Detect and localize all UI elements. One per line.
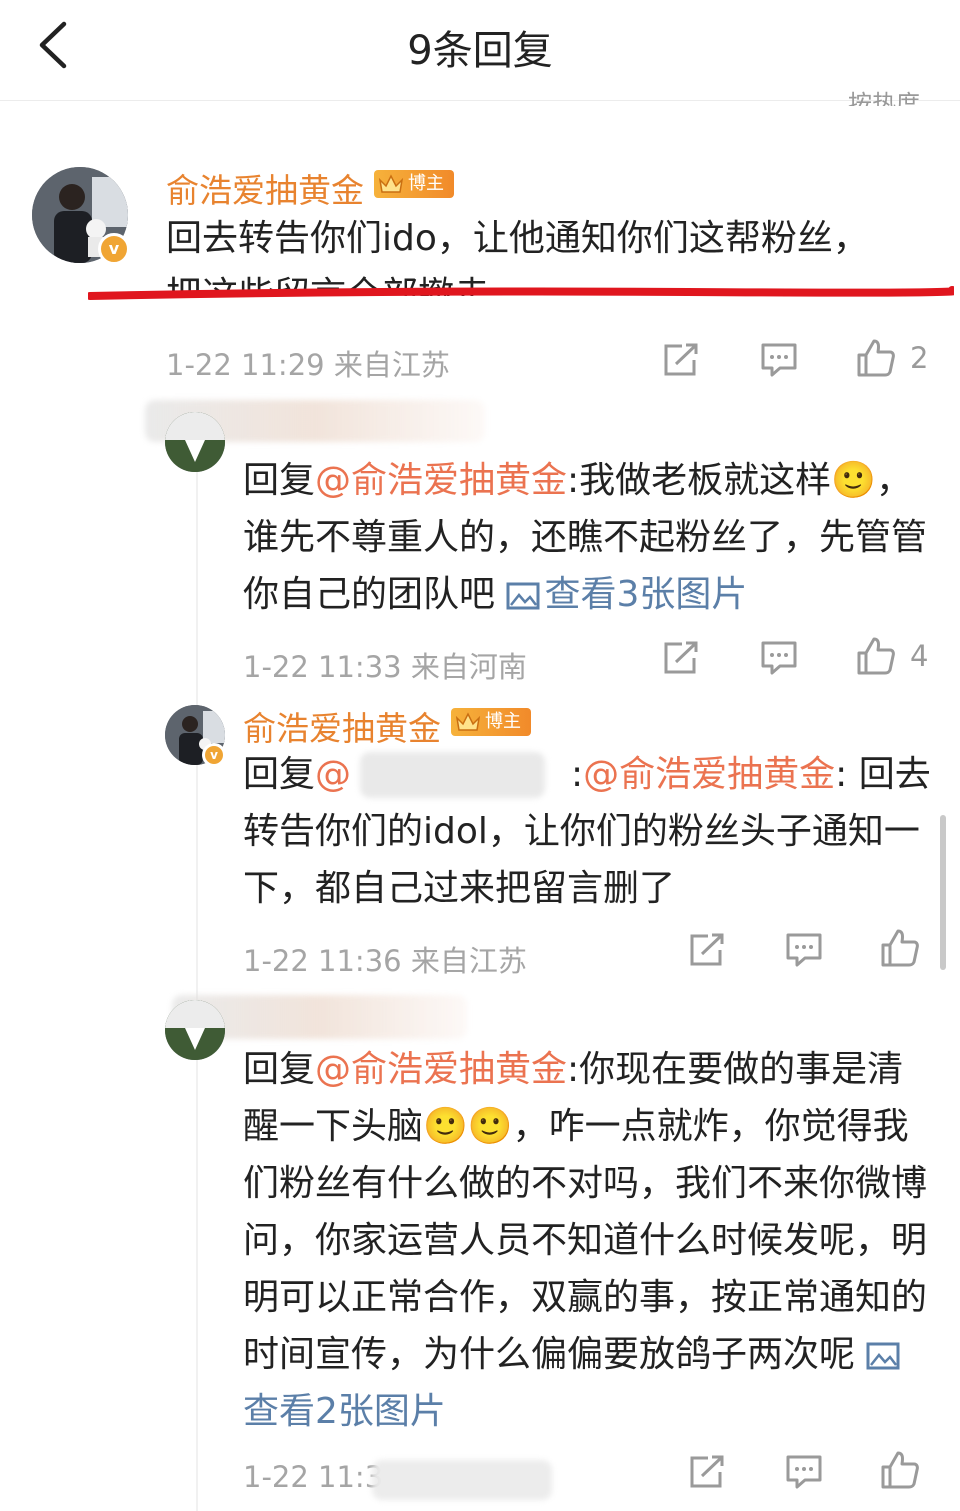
like-count: 4: [910, 639, 929, 673]
top-bar: 9条回复 按热度: [0, 0, 960, 106]
comment-text: 回复@俞浩爱抽黄金:我做老板就这样🙂，谁先不尊重人的，还瞧不起粉丝了，先管管你自…: [243, 452, 933, 623]
blogger-badge: 博主: [451, 708, 531, 736]
share-button[interactable]: [688, 932, 726, 968]
comment-text-line: 回去转告你们ido，让他通知你们这帮粉丝，: [166, 218, 869, 259]
comment-icon: [761, 343, 797, 377]
like-icon: [881, 929, 919, 967]
comment-button[interactable]: [760, 640, 798, 676]
crown-icon: [378, 174, 404, 193]
image-icon: [506, 582, 540, 610]
like-icon: [881, 1451, 919, 1489]
comment-text: 回去转告你们ido，让他通知你们这帮粉丝， 把这些留言全部撤走: [166, 210, 926, 296]
blogger-badge: 博主: [374, 170, 454, 198]
like-icon: [857, 637, 895, 675]
avatar[interactable]: [165, 1000, 225, 1060]
view-images-label: 查看2张图片: [243, 1391, 446, 1432]
comment-button[interactable]: [785, 932, 823, 968]
reply-prefix: 回复: [243, 1049, 316, 1090]
view-images-label: 查看3张图片: [544, 574, 748, 615]
comment-meta: 1-22 11:33 来自河南: [243, 650, 527, 684]
redacted-mention: [360, 752, 545, 798]
verified-icon: v: [98, 233, 130, 265]
like-count: 2: [910, 341, 929, 375]
comment-meta: 1-22 11:36 来自江苏: [243, 944, 527, 978]
mention-link[interactable]: @: [315, 754, 351, 795]
image-icon: [866, 1342, 900, 1370]
comment-body: :你现在要做的事是清醒一下头脑🙂🙂，咋一点就炸，你觉得我们粉丝有什么做的不对吗，…: [243, 1049, 928, 1375]
like-button[interactable]: [880, 1450, 920, 1490]
mention-link[interactable]: @俞浩爱抽黄金: [583, 754, 835, 795]
reply-prefix: 回复: [243, 460, 316, 501]
badge-label: 博主: [408, 173, 444, 194]
mention-link[interactable]: @俞浩爱抽黄金: [315, 460, 567, 501]
share-icon: [664, 343, 698, 376]
comment-button[interactable]: [760, 342, 798, 378]
comment-icon: [786, 933, 822, 967]
reply-prefix: 回复: [243, 754, 316, 795]
like-button[interactable]: 2: [856, 338, 928, 378]
share-icon: [690, 933, 724, 966]
page-title: 9条回复: [407, 28, 553, 74]
comment-text: 回复@俞浩爱抽黄金:你现在要做的事是清醒一下头脑🙂🙂，咋一点就炸，你觉得我们粉丝…: [243, 1041, 933, 1440]
redacted-meta: [372, 1460, 552, 1500]
comment-username[interactable]: 俞浩爱抽黄金: [166, 164, 364, 212]
scrollbar[interactable]: [940, 815, 946, 970]
mention-link[interactable]: @俞浩爱抽黄金: [315, 1049, 567, 1090]
share-icon: [664, 641, 698, 674]
comment-username[interactable]: 俞浩爱抽黄金: [243, 702, 441, 750]
sort-toggle[interactable]: 按热度: [848, 84, 920, 106]
like-icon: [857, 339, 895, 377]
share-icon: [690, 1455, 724, 1488]
crown-icon: [455, 712, 481, 731]
comment-meta: 1-22 11:29 来自江苏: [166, 348, 450, 382]
comment-body: :: [571, 754, 584, 795]
like-button[interactable]: 4: [856, 636, 928, 676]
verified-icon: v: [202, 743, 226, 767]
share-button[interactable]: [662, 640, 700, 676]
comment-button[interactable]: [785, 1454, 823, 1490]
thread-line: [196, 445, 198, 1511]
share-button[interactable]: [688, 1454, 726, 1490]
avatar[interactable]: [165, 412, 225, 472]
comment-icon: [786, 1455, 822, 1489]
like-button[interactable]: [880, 928, 920, 968]
red-annotation-line: [88, 286, 954, 300]
comment-text: 回复@:@俞浩爱抽黄金: 回去转告你们的idol，让你们的粉丝头子通知一下，都自…: [243, 746, 933, 917]
share-button[interactable]: [662, 342, 700, 378]
comment-icon: [761, 641, 797, 675]
view-images-link[interactable]: 查看3张图片: [506, 574, 747, 615]
badge-label: 博主: [485, 711, 521, 732]
comment-meta: 1-22 11:3: [243, 1460, 384, 1494]
